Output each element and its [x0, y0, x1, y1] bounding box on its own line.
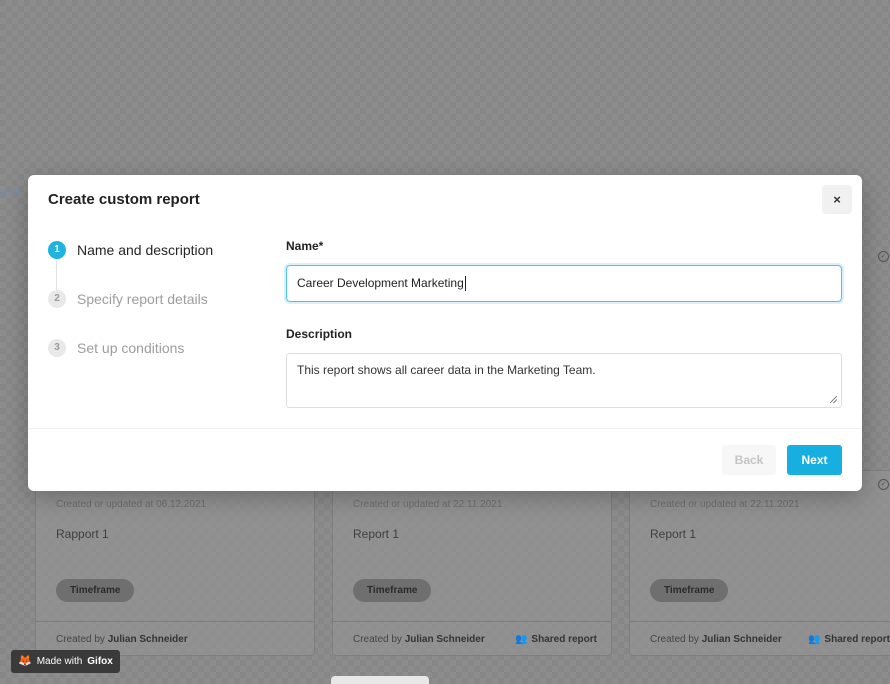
filter-link-partial: e filt: [0, 186, 21, 198]
fox-icon: 🦊: [18, 655, 32, 667]
close-button[interactable]: ×: [822, 185, 852, 214]
report-card-name: Report 1: [650, 527, 697, 541]
report-card-author: Created by Julian Schneider: [353, 634, 485, 645]
report-card-footer: Created by Julian Schneider 👥 Shared repo…: [333, 621, 611, 655]
check-circle-icon: ✓: [878, 479, 889, 490]
stepper: 1 Name and description 2 Specify report …: [48, 241, 213, 388]
people-icon: 👥: [514, 634, 528, 645]
step-name-and-description[interactable]: 1 Name and description: [48, 241, 214, 291]
report-form: Name* Career Development Marketing Descr…: [286, 239, 842, 408]
report-card[interactable]: Created or updated at 06.12.2021 Rapport…: [35, 470, 315, 656]
back-button[interactable]: Back: [722, 445, 776, 475]
people-icon: 👥: [807, 634, 821, 645]
step-label: Name and description: [77, 242, 214, 258]
report-card-author: Created by Julian Schneider: [650, 634, 782, 645]
timeframe-tag: Timeframe: [56, 579, 135, 602]
resize-handle-icon[interactable]: [830, 396, 837, 403]
text-caret: [464, 276, 466, 291]
name-input[interactable]: Career Development Marketing: [286, 265, 842, 302]
watermark-brand: Gifox: [87, 656, 113, 667]
step-label: Set up conditions: [77, 340, 185, 356]
step-connector: [56, 261, 57, 291]
report-card-date: Created or updated at 22.11.2021: [650, 499, 800, 510]
report-card-date: Created or updated at 22.11.2021: [353, 499, 503, 510]
report-card[interactable]: Created or updated at 22.11.2021 Report …: [629, 470, 890, 656]
shared-report-badge: 👥 Shared report: [514, 634, 597, 645]
description-label: Description: [286, 327, 353, 341]
create-report-modal: Create custom report × 1 Name and descri…: [28, 175, 862, 491]
report-card-name: Report 1: [353, 527, 400, 541]
report-card-footer: Created by Julian Schneider 👥 Shared repo…: [630, 621, 890, 655]
step-number: 1: [48, 241, 66, 259]
gifox-watermark: 🦊 Made with Gifox: [11, 650, 120, 673]
watermark-prefix: Made with: [36, 656, 83, 667]
name-input-value: Career Development Marketing: [297, 276, 464, 290]
step-number: 3: [48, 339, 66, 357]
step-specify-report-details[interactable]: 2 Specify report details: [48, 290, 213, 339]
description-textarea[interactable]: This report shows all career data in the…: [286, 353, 842, 408]
modal-title: Create custom report: [48, 191, 200, 208]
timeframe-tag: Timeframe: [353, 579, 432, 602]
next-button[interactable]: Next: [787, 445, 842, 475]
shared-report-badge: 👥 Shared report: [807, 634, 890, 645]
bottom-tab: [331, 676, 429, 684]
report-card-date: Created or updated at 06.12.2021: [56, 499, 207, 510]
name-label: Name*: [286, 239, 324, 253]
description-value: This report shows all career data in the…: [297, 363, 596, 377]
check-circle-icon: ✓: [878, 251, 889, 262]
close-icon: ×: [833, 192, 841, 207]
step-set-up-conditions[interactable]: 3 Set up conditions: [48, 339, 213, 388]
report-card-name: Rapport 1: [56, 527, 109, 541]
report-card[interactable]: Created or updated at 22.11.2021 Report …: [332, 470, 612, 656]
report-card-author: Created by Julian Schneider: [56, 634, 188, 645]
footer-divider: [28, 428, 862, 429]
step-number: 2: [48, 290, 66, 308]
timeframe-tag: Timeframe: [650, 579, 729, 602]
step-label: Specify report details: [77, 291, 208, 307]
